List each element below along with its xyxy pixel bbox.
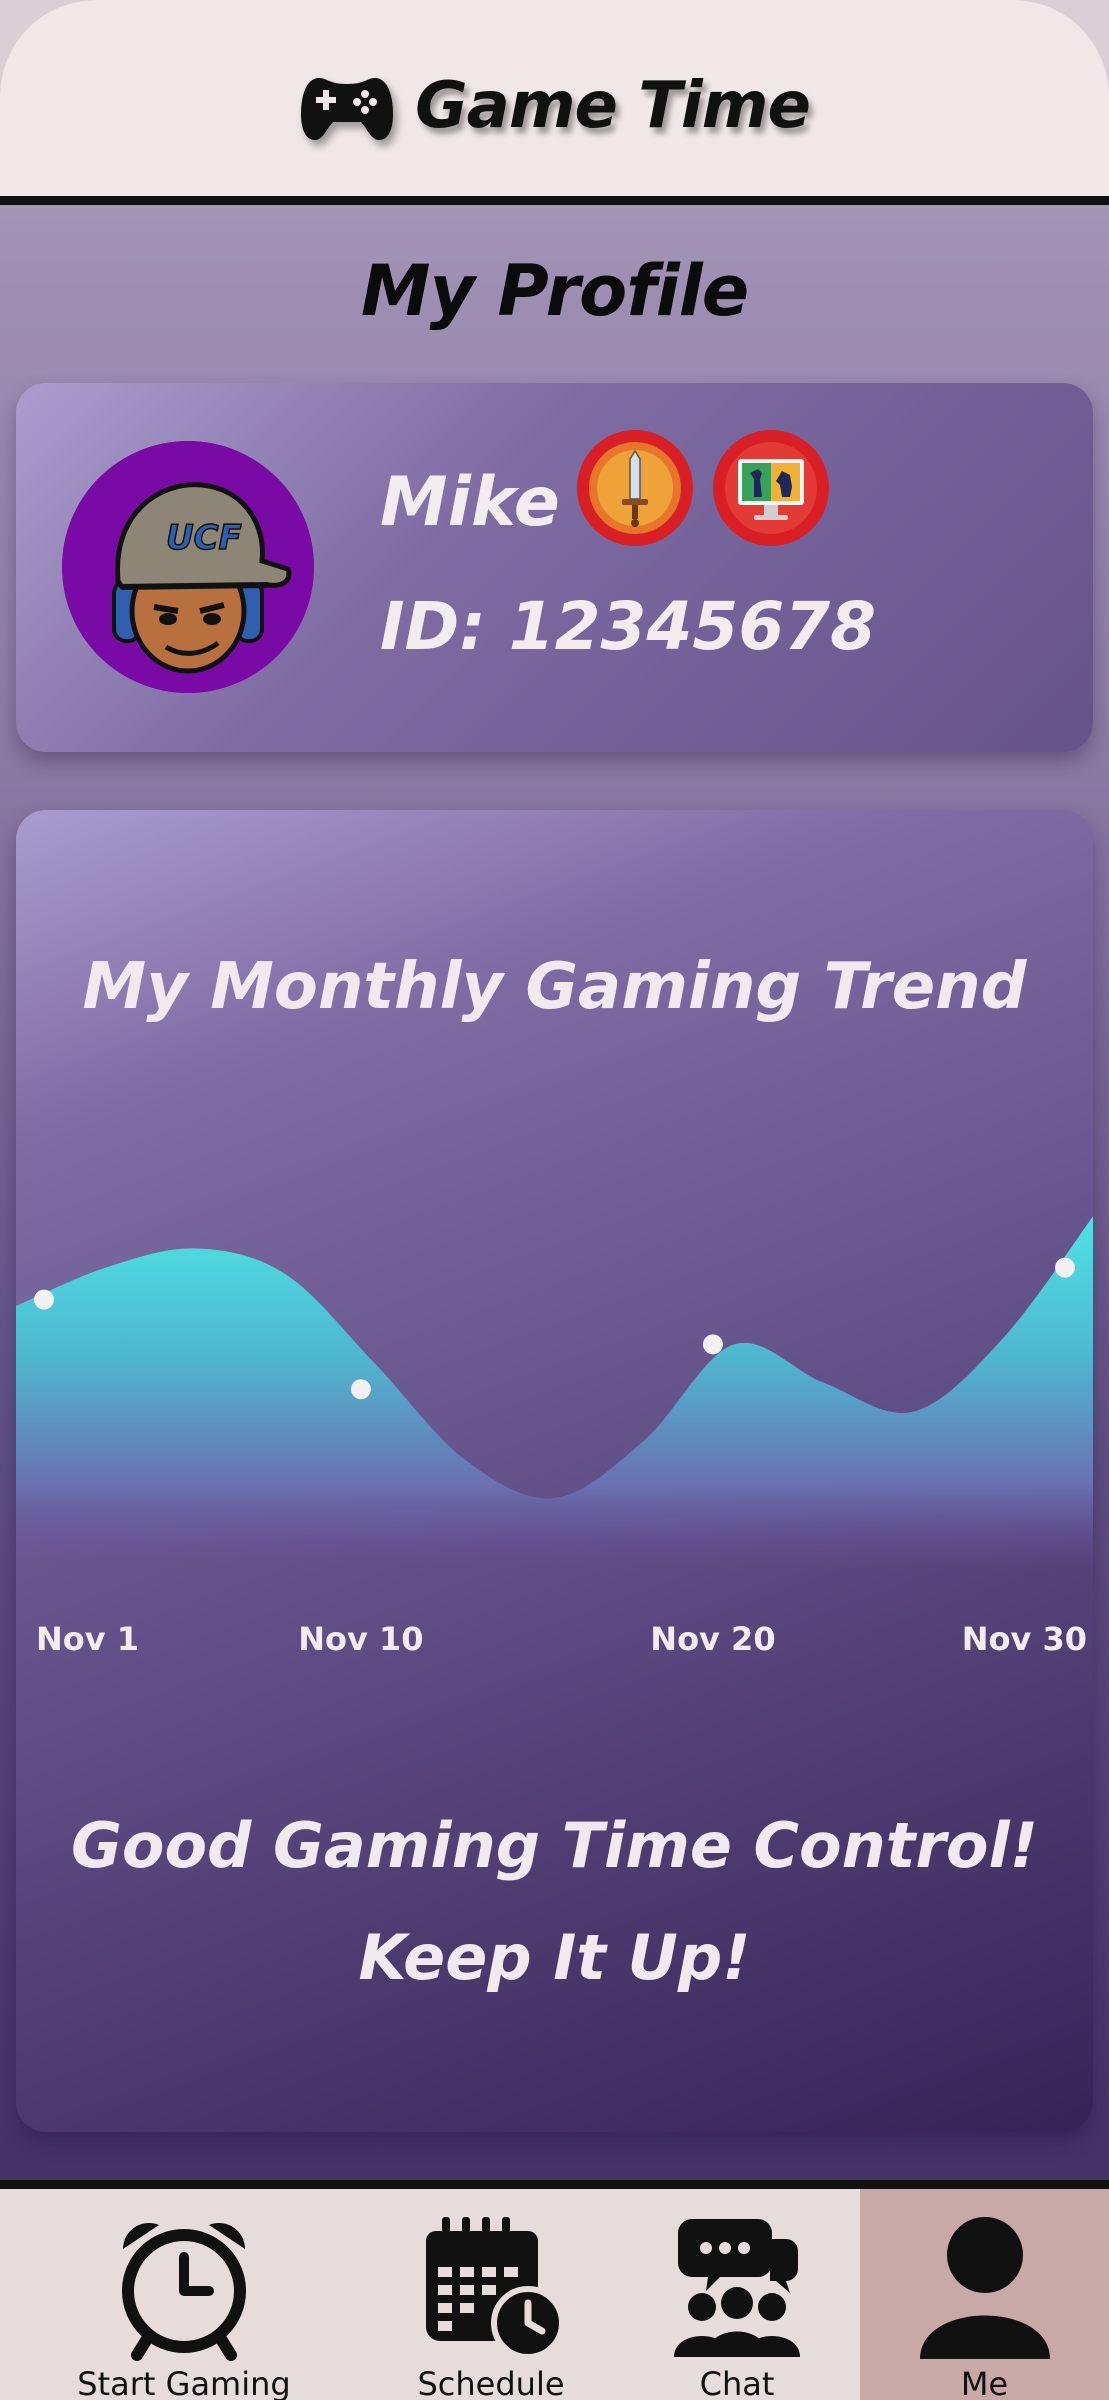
group-chat-icon	[674, 2219, 800, 2357]
trend-title: My Monthly Gaming Trend	[82, 950, 1027, 1024]
calendar-clock-icon	[426, 2217, 565, 2360]
profile-card: UCF Mike ID: 12345678	[16, 383, 1093, 752]
tab-schedule[interactable]: Schedule	[368, 2189, 614, 2400]
alarm-clock-icon	[122, 2223, 246, 2361]
x-tick-label: Nov 20	[650, 1620, 775, 1658]
app-title: Game Time	[415, 69, 811, 143]
tab-chat[interactable]: Chat	[614, 2189, 860, 2400]
profile-name: Mike	[380, 463, 560, 542]
sword-badge-icon[interactable]	[576, 429, 694, 547]
trend-message-line-1: Good Gaming Time Control!	[70, 1809, 1039, 1882]
x-tick-label: Nov 10	[298, 1620, 423, 1658]
tab-label: Me	[960, 2365, 1009, 2400]
tab-start-gaming[interactable]: Start Gaming	[0, 2189, 368, 2400]
trend-point-3	[702, 1334, 723, 1355]
trend-card: Nov 1 Nov 10 Nov 20 Nov 30 My Monthly Gamin…	[16, 810, 1093, 2132]
trend-point-4	[1055, 1257, 1075, 1278]
cap-logo: UCF	[166, 518, 242, 558]
tab-label: Start Gaming	[77, 2365, 291, 2400]
trend-point-1	[34, 1289, 54, 1310]
profile-id: ID: 12345678	[380, 588, 877, 665]
x-tick-label: Nov 1	[36, 1620, 139, 1658]
person-icon	[919, 2217, 1050, 2359]
tab-me[interactable]: Me	[860, 2189, 1109, 2400]
trend-point-2	[350, 1379, 371, 1400]
tab-label: Schedule	[417, 2365, 565, 2400]
gamepad-icon	[301, 78, 394, 140]
x-tick-label: Nov 30	[962, 1620, 1087, 1658]
app-screen: Game Time My Profile UCF Mike ID: 123456…	[0, 0, 1109, 2400]
trend-message-line-2: Keep It Up!	[358, 1921, 751, 1994]
page-title: My Profile	[360, 250, 749, 332]
app-header: Game Time	[0, 0, 1109, 205]
avatar[interactable]: UCF	[62, 441, 314, 693]
trend-message: Good Gaming Time Control! Keep It Up!	[16, 1790, 1093, 2014]
trend-area	[16, 1216, 1093, 1570]
tab-label: Chat	[699, 2365, 775, 2400]
bottom-tab-bar: Start Gaming Schedule Chat Me	[0, 2180, 1109, 2400]
avatar-illustration: UCF	[62, 441, 314, 693]
chess-badge-icon[interactable]	[712, 429, 830, 547]
